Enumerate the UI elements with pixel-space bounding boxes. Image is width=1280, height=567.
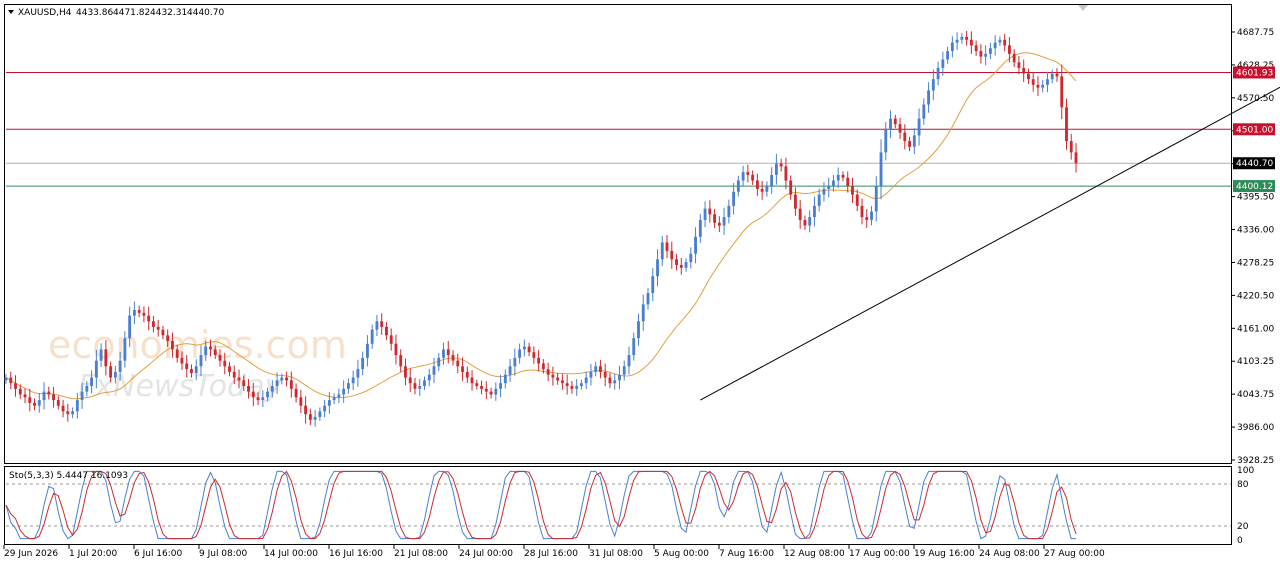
time-tick-label: 19 Aug 16:00 (914, 549, 975, 559)
ohlc-high: 4471.82 (113, 8, 150, 18)
sto-level-label: 0 (1237, 536, 1243, 546)
time-tick-label: 17 Aug 00:00 (849, 549, 910, 559)
price-tick-label: 4336.00 (1237, 226, 1274, 236)
watermark-fxnewstoday: FxNewsToday (78, 369, 283, 404)
time-tick-label: 21 Jul 08:00 (394, 549, 448, 559)
time-tick-label: 27 Aug 00:00 (1044, 549, 1105, 559)
price-tick-label: 4220.50 (1237, 291, 1274, 301)
symbol-header: XAUUSD,H4 (18, 8, 72, 18)
time-tick-label: 16 Jul 16:00 (329, 549, 383, 559)
time-tick-label: 9 Jul 08:00 (199, 549, 248, 559)
time-axis: 29 Jun 2026 1 Jul 20:00 6 Jul 16:00 9 Jul 0… (3, 545, 1105, 559)
time-tick-label: 14 Jul 00:00 (264, 549, 318, 559)
sto-level-label: 20 (1237, 522, 1249, 532)
time-tick-label: 24 Jul 00:00 (459, 549, 513, 559)
time-tick-label: 1 Jul 20:00 (69, 549, 118, 559)
price-tick-label: 3928.25 (1237, 456, 1274, 466)
price-tag-label: 4440.70 (1236, 159, 1273, 169)
price-tick-label: 4687.75 (1237, 28, 1274, 38)
time-tick-label: 12 Aug 08:00 (784, 549, 845, 559)
price-tag-label: 4400.12 (1236, 182, 1273, 192)
price-tick-label: 4161.00 (1237, 324, 1274, 334)
price-tag-label: 4601.93 (1236, 68, 1273, 78)
oscillator-pane[interactable] (4, 466, 1232, 545)
time-tick-label: 24 Aug 08:00 (979, 549, 1040, 559)
chart-frame: economies.com FxNewsToday 4687.754628.25… (3, 4, 1280, 559)
ohlc-open: 4433.86 (76, 8, 113, 18)
price-tick-label: 4043.75 (1237, 390, 1274, 400)
price-tick-label: 4570.50 (1237, 94, 1274, 104)
sto-level-label: 100 (1237, 466, 1254, 476)
price-tick-label: 4395.50 (1237, 193, 1274, 203)
time-tick-label: 7 Aug 16:00 (719, 549, 774, 559)
sto-level-label: 80 (1237, 480, 1249, 490)
time-tick-label: 31 Jul 08:00 (589, 549, 643, 559)
price-tags: 4601.93 4501.00 4440.70 4400.12 (1233, 66, 1275, 193)
price-tick-label: 3986.00 (1237, 423, 1274, 433)
oscillator-label: Sto(5,3,3) 5.4447 16.1093 (9, 471, 128, 481)
time-tick-label: 5 Aug 00:00 (654, 549, 709, 559)
price-axis: 4687.754628.254570.504511.004453.254395.… (1231, 28, 1274, 466)
time-tick-label: 28 Jul 16:00 (524, 549, 578, 559)
price-tag-label: 4501.00 (1236, 125, 1273, 135)
ohlc-low: 4432.31 (150, 8, 187, 18)
time-tick-label: 29 Jun 2026 (4, 549, 58, 559)
price-tick-label: 4278.25 (1237, 258, 1274, 268)
time-tick-label: 6 Jul 16:00 (134, 549, 183, 559)
price-tick-label: 4103.25 (1237, 357, 1274, 367)
ohlc-close: 4440.70 (187, 8, 224, 18)
